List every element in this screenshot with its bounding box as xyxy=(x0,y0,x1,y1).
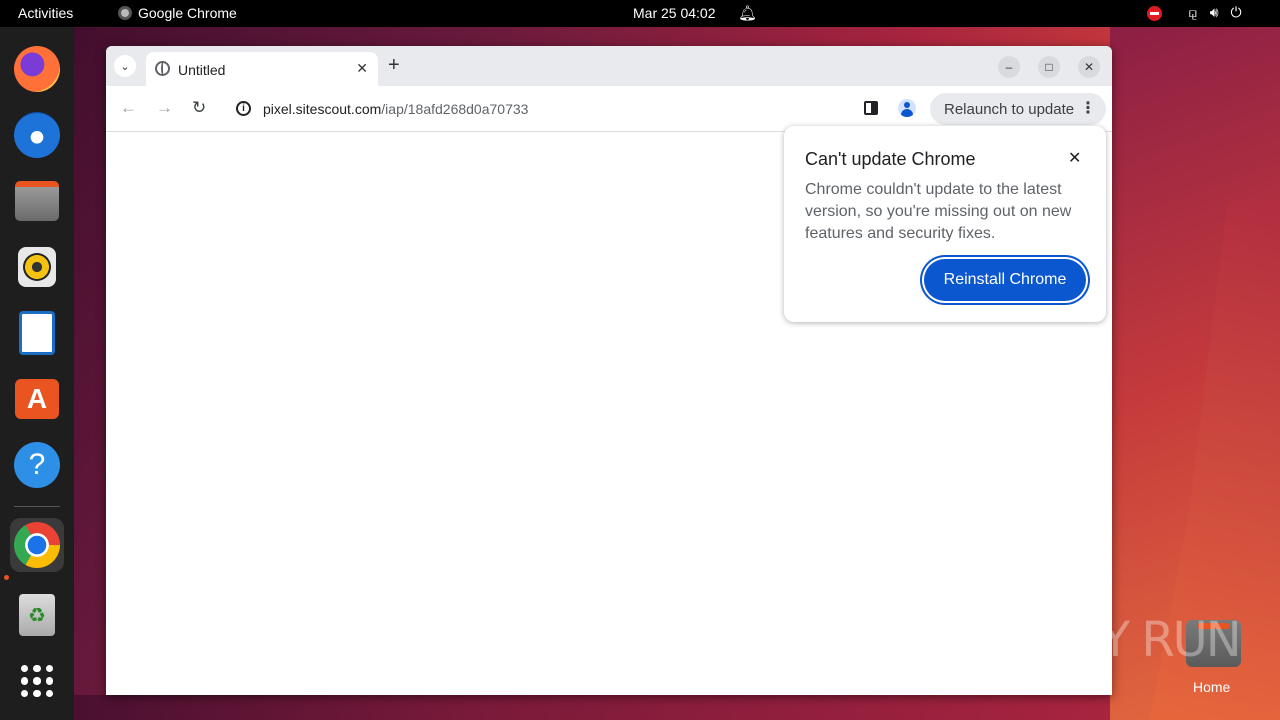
app-menu-label: Google Chrome xyxy=(138,5,237,21)
tab-title: Untitled xyxy=(178,62,226,78)
tab-untitled[interactable]: Untitled ✕ xyxy=(146,52,378,86)
volume-icon: 🔊︎ xyxy=(1209,4,1219,20)
help-icon: ? xyxy=(14,442,60,488)
url-text[interactable]: pixel.sitescout.com/iap/18afd268d0a70733 xyxy=(263,101,528,117)
top-bar: Activities Google Chrome Mar 25 04:02 🔔︎… xyxy=(0,0,1280,27)
close-window-button[interactable]: ✕ xyxy=(1078,56,1100,78)
popup-body: Chrome couldn't update to the latest ver… xyxy=(805,181,1072,242)
network-icon: ⚼ xyxy=(1188,4,1198,20)
system-tray[interactable]: ⚼ 🔊︎ ⏻ xyxy=(1188,4,1242,21)
tab-search-button[interactable]: ⌄ xyxy=(114,55,136,77)
minimize-icon: – xyxy=(1005,60,1013,74)
wallpaper-shape xyxy=(74,695,1110,720)
profile-avatar-icon[interactable] xyxy=(898,99,916,117)
address-bar[interactable]: i pixel.sitescout.com/iap/18afd268d0a707… xyxy=(228,92,947,126)
dock-files[interactable] xyxy=(10,174,64,228)
activities-button[interactable]: Activities xyxy=(18,5,73,21)
reload-button[interactable]: ↻ xyxy=(192,98,206,118)
do-not-disturb-icon[interactable] xyxy=(1147,6,1162,21)
dock-firefox[interactable] xyxy=(10,42,64,96)
dock-help[interactable]: ? xyxy=(10,438,64,492)
bell-icon[interactable]: 🔔︎ xyxy=(738,4,757,22)
relaunch-to-update-button[interactable]: Relaunch to update ⋮ xyxy=(930,93,1106,125)
rhythmbox-icon xyxy=(18,247,56,287)
dock-trash[interactable]: ♻ xyxy=(10,588,64,642)
files-icon xyxy=(15,181,59,221)
maximize-button[interactable]: □ xyxy=(1038,56,1060,78)
back-button[interactable]: ← xyxy=(120,98,137,118)
dock-thunderbird[interactable] xyxy=(10,108,64,162)
chrome-icon xyxy=(118,6,132,20)
thunderbird-icon xyxy=(14,112,60,158)
dock-app-center[interactable]: A xyxy=(10,372,64,426)
tab-strip: ⌄ Untitled ✕ + – □ ✕ xyxy=(106,46,1112,86)
close-icon[interactable]: ✕ xyxy=(1068,148,1081,168)
maximize-icon: □ xyxy=(1045,60,1053,74)
chevron-down-icon: ⌄ xyxy=(120,60,130,73)
minimize-button[interactable]: – xyxy=(998,56,1020,78)
app-menu[interactable]: Google Chrome xyxy=(118,5,237,21)
power-icon: ⏻ xyxy=(1230,4,1242,20)
close-icon: ✕ xyxy=(1083,60,1095,74)
dock-writer[interactable] xyxy=(10,306,64,360)
reinstall-chrome-button[interactable]: Reinstall Chrome xyxy=(922,257,1088,303)
app-center-icon: A xyxy=(15,379,59,419)
trash-icon: ♻ xyxy=(19,594,55,636)
writer-icon xyxy=(19,311,55,355)
more-vert-icon[interactable]: ⋮ xyxy=(1080,98,1096,118)
dock-rhythmbox[interactable] xyxy=(10,240,64,294)
chrome-icon xyxy=(14,522,60,568)
running-indicator xyxy=(4,575,9,580)
forward-button[interactable]: → xyxy=(156,98,173,118)
home-folder-label[interactable]: Home xyxy=(1193,679,1230,695)
url-host: pixel.sitescout.com xyxy=(263,101,382,117)
popup-title: Can't update Chrome xyxy=(805,149,976,169)
globe-icon xyxy=(155,61,170,76)
update-error-popup: Can't update Chrome ✕ Chrome couldn't up… xyxy=(784,126,1106,322)
grid-icon xyxy=(21,665,53,697)
info-icon[interactable]: i xyxy=(236,101,251,116)
dock-separator xyxy=(14,506,60,507)
firefox-icon xyxy=(14,46,60,92)
dock: A ? ♻ xyxy=(0,27,74,720)
watermark: ANY RUN xyxy=(1036,612,1242,668)
dock-chrome[interactable] xyxy=(10,518,64,572)
side-panel-icon[interactable] xyxy=(864,101,878,115)
relaunch-label: Relaunch to update xyxy=(944,100,1075,118)
dock-show-apps[interactable] xyxy=(10,654,64,708)
close-icon[interactable]: ✕ xyxy=(356,60,368,77)
new-tab-button[interactable]: + xyxy=(388,54,400,77)
url-path: /iap/18afd268d0a70733 xyxy=(381,101,529,117)
clock[interactable]: Mar 25 04:02 xyxy=(633,5,716,21)
